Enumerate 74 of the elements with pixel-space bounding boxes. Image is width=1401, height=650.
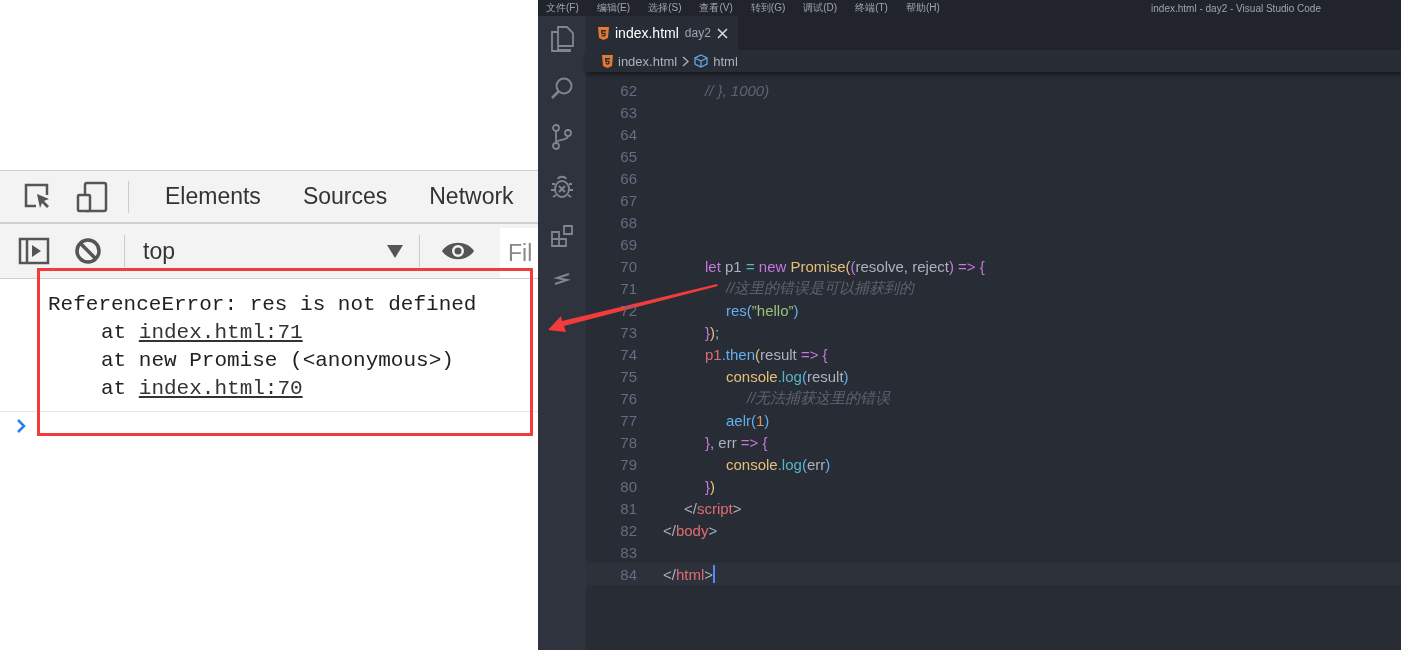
line-number: 84 [619, 565, 637, 583]
extensions-icon[interactable] [550, 224, 574, 248]
line-number: 82 [619, 521, 637, 539]
menu-item[interactable]: 调试(D) [803, 1, 838, 15]
line-number: 68 [619, 213, 637, 231]
code-line: let p1 = new Promise((resolve, reject) => { [704, 257, 985, 275]
code-line: }) [704, 477, 715, 495]
code-line: console.log(result) [725, 367, 849, 385]
line-number: 73 [619, 323, 637, 341]
dropdown-caret-icon [387, 244, 403, 258]
context-dropdown[interactable]: top [143, 237, 403, 265]
line-number: 80 [619, 477, 637, 495]
line-number: 75 [619, 367, 637, 385]
source-link[interactable]: index.html:71 [138, 321, 303, 344]
code-line: res(”hello”) [725, 301, 799, 319]
menu-item[interactable]: 选择(S) [648, 1, 682, 15]
line-number: 71 [619, 279, 637, 297]
menu-item[interactable]: 帮助(H) [905, 1, 940, 15]
line-number: 65 [619, 147, 637, 165]
line-number: 78 [619, 433, 637, 451]
stack-trace-line: at new Promise (<anonymous>) [100, 348, 455, 374]
files-icon[interactable] [550, 26, 574, 52]
html-file-icon [602, 54, 613, 68]
code-line: </html> [663, 565, 714, 583]
source-control-icon[interactable] [551, 124, 573, 150]
filter-field[interactable]: Fil [500, 228, 538, 278]
line-number: 67 [619, 191, 637, 209]
source-link[interactable]: index.html:70 [138, 377, 303, 400]
menu-item[interactable]: 文件(F) [546, 1, 579, 15]
code-line: //这里的错误是可以捕获到的 [724, 278, 915, 298]
menu-item[interactable]: 编辑(E) [596, 1, 631, 15]
code-line: aelr(1) [725, 411, 770, 429]
panel-tab[interactable]: Sources [302, 183, 388, 210]
window-title: index.html - day2 - Visual Studio Code [1151, 2, 1321, 14]
line-number: 69 [619, 235, 637, 253]
code-line: //无法捕获这里的错误 [745, 388, 891, 408]
panel-tab[interactable]: Network [429, 183, 514, 210]
code-line: </script> [683, 499, 742, 517]
line-number: 77 [619, 411, 637, 429]
line-number: 79 [619, 455, 637, 473]
menu-item[interactable]: 终端(T) [855, 1, 888, 15]
error-message: ReferenceError: res is not defined [48, 292, 478, 318]
squiggle-icon[interactable] [553, 272, 571, 286]
line-number: 83 [619, 543, 637, 561]
html-file-icon [598, 26, 609, 40]
breadcrumb-item[interactable]: index.html [618, 53, 678, 69]
panel-tab[interactable]: Elements [165, 183, 261, 210]
line-number: 66 [619, 169, 637, 187]
code-line: // }, 1000) [703, 81, 770, 99]
code-line: }, err => { [704, 433, 768, 451]
chevron-right-icon [682, 55, 690, 67]
bug-icon[interactable] [550, 174, 574, 200]
menu-item[interactable]: 转到(G) [750, 1, 786, 15]
search-icon[interactable] [550, 76, 574, 100]
line-number: 62 [619, 81, 637, 99]
prompt-chevron-icon [16, 418, 26, 434]
menu-item[interactable]: 查看(V) [699, 1, 733, 15]
line-number: 63 [619, 103, 637, 121]
stack-trace-line: at index.html:71 [100, 320, 304, 346]
stack-trace-line: at index.html:70 [100, 376, 304, 402]
cube-icon [694, 54, 709, 68]
editor-tab[interactable]: index.html day2 [586, 16, 738, 50]
line-number: 76 [619, 389, 637, 407]
code-line: }); [704, 323, 720, 341]
code-line: p1.then(result => { [704, 345, 828, 363]
close-icon[interactable] [716, 27, 728, 39]
code-line: console.log(err) [725, 455, 831, 473]
code-line: </body> [663, 521, 718, 539]
line-number: 74 [619, 345, 637, 363]
line-number: 64 [619, 125, 637, 143]
line-number: 81 [619, 499, 637, 517]
text-cursor [713, 565, 716, 583]
breadcrumb-item[interactable]: html [713, 53, 738, 69]
line-number: 70 [619, 257, 637, 275]
